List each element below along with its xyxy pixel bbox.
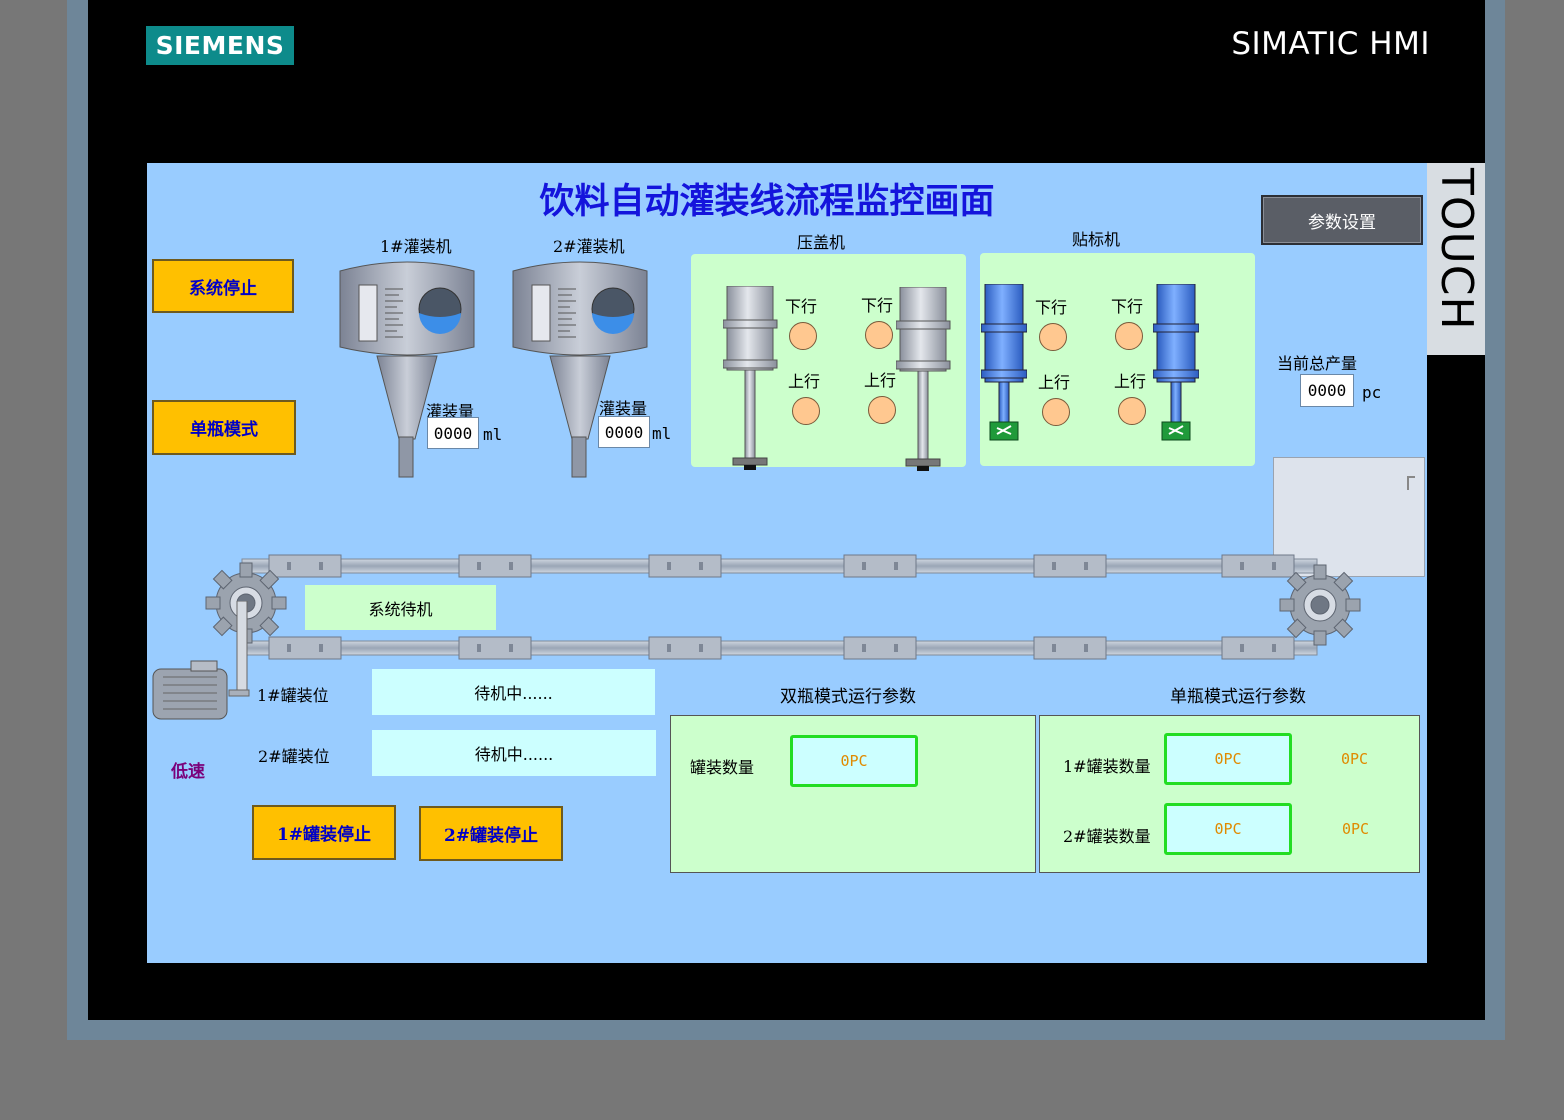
single-count2-extra: 0PC xyxy=(1342,820,1370,838)
production-label: 当前总产量 xyxy=(1277,354,1358,373)
model-label: SIMATIC HMI xyxy=(1231,26,1430,62)
capper-up-label-1: 上行 xyxy=(788,372,821,391)
capper-down-label-2: 下行 xyxy=(861,296,894,315)
capper-label: 压盖机 xyxy=(797,233,846,252)
labeler-up-label-1: 上行 xyxy=(1038,373,1071,392)
filler2-unit: ml xyxy=(652,424,672,443)
capper-cylinder-left-icon xyxy=(723,286,778,470)
capper-up-label-2: 上行 xyxy=(864,371,897,390)
siemens-logo: SIEMENS xyxy=(146,26,294,65)
touch-label: TOUCH xyxy=(1431,168,1482,331)
capper-cylinder-right-icon xyxy=(896,287,951,471)
labeler-cylinder-right-icon xyxy=(1153,284,1199,441)
single-count1-extra: 0PC xyxy=(1341,750,1369,768)
filler2-stop-button[interactable]: 2#罐装停止 xyxy=(419,806,563,861)
params-button[interactable]: 参数设置 xyxy=(1261,195,1423,245)
production-field[interactable]: 0000 xyxy=(1300,374,1354,407)
capper-down-lamp-1 xyxy=(789,322,817,350)
hmi-screen: 饮料自动灌装线流程监控画面 系统停止 单瓶模式 参数设置 1#灌装机 灌装量 0… xyxy=(147,163,1427,963)
capper-up-lamp-1 xyxy=(792,397,820,425)
system-status-panel: 系统待机 xyxy=(305,585,496,630)
filler2-label: 2#灌装机 xyxy=(553,237,625,256)
capper-down-lamp-2 xyxy=(865,321,893,349)
dual-mode-title: 双瓶模式运行参数 xyxy=(780,687,916,707)
labeler-down-label-1: 下行 xyxy=(1035,298,1068,317)
motor-icon xyxy=(152,601,250,720)
page-title: 饮料自动灌装线流程监控画面 xyxy=(539,181,995,222)
labeler-up-lamp-1 xyxy=(1042,398,1070,426)
single-count1-display: 0PC xyxy=(1164,733,1292,785)
labeler-label: 贴标机 xyxy=(1072,230,1121,249)
dual-mode-panel: 罐装数量 0PC xyxy=(670,715,1036,873)
motor-speed-label: 低速 xyxy=(171,762,205,782)
labeler-cylinder-left-icon xyxy=(981,284,1027,441)
single-count2-label: 2#罐装数量 xyxy=(1063,827,1151,846)
capper-up-lamp-2 xyxy=(868,396,896,424)
labeler-up-lamp-2 xyxy=(1118,397,1146,425)
dual-count-display: 0PC xyxy=(790,735,918,787)
single-mode-button[interactable]: 单瓶模式 xyxy=(152,400,296,455)
production-unit: pc xyxy=(1362,383,1382,402)
filler1-amount-field[interactable]: 0000 xyxy=(427,417,479,449)
filler2-amount-field[interactable]: 0000 xyxy=(598,416,650,448)
station1-status: 待机中...... xyxy=(372,669,655,715)
filler1-unit: ml xyxy=(483,425,503,444)
labeler-down-label-2: 下行 xyxy=(1111,297,1144,316)
station2-status: 待机中...... xyxy=(372,730,656,776)
filler1-label: 1#灌装机 xyxy=(380,237,452,256)
single-mode-title: 单瓶模式运行参数 xyxy=(1170,687,1306,707)
sensor-indicator-icon xyxy=(1407,476,1415,490)
capper-down-label-1: 下行 xyxy=(785,297,818,316)
labeler-down-lamp-1 xyxy=(1039,323,1067,351)
labeler-down-lamp-2 xyxy=(1115,322,1143,350)
station2-label: 2#罐装位 xyxy=(258,747,330,766)
station1-label: 1#罐装位 xyxy=(257,686,329,705)
filler1-stop-button[interactable]: 1#罐装停止 xyxy=(252,805,396,860)
single-count2-display: 0PC xyxy=(1164,803,1292,855)
labeler-up-label-2: 上行 xyxy=(1114,372,1147,391)
dual-count-label: 罐装数量 xyxy=(690,758,755,777)
single-count1-label: 1#罐装数量 xyxy=(1063,757,1151,776)
gear-right-icon xyxy=(1279,564,1361,646)
single-mode-panel: 1#罐装数量 0PC 0PC 2#罐装数量 0PC 0PC xyxy=(1039,715,1420,873)
system-stop-button[interactable]: 系统停止 xyxy=(152,259,294,313)
